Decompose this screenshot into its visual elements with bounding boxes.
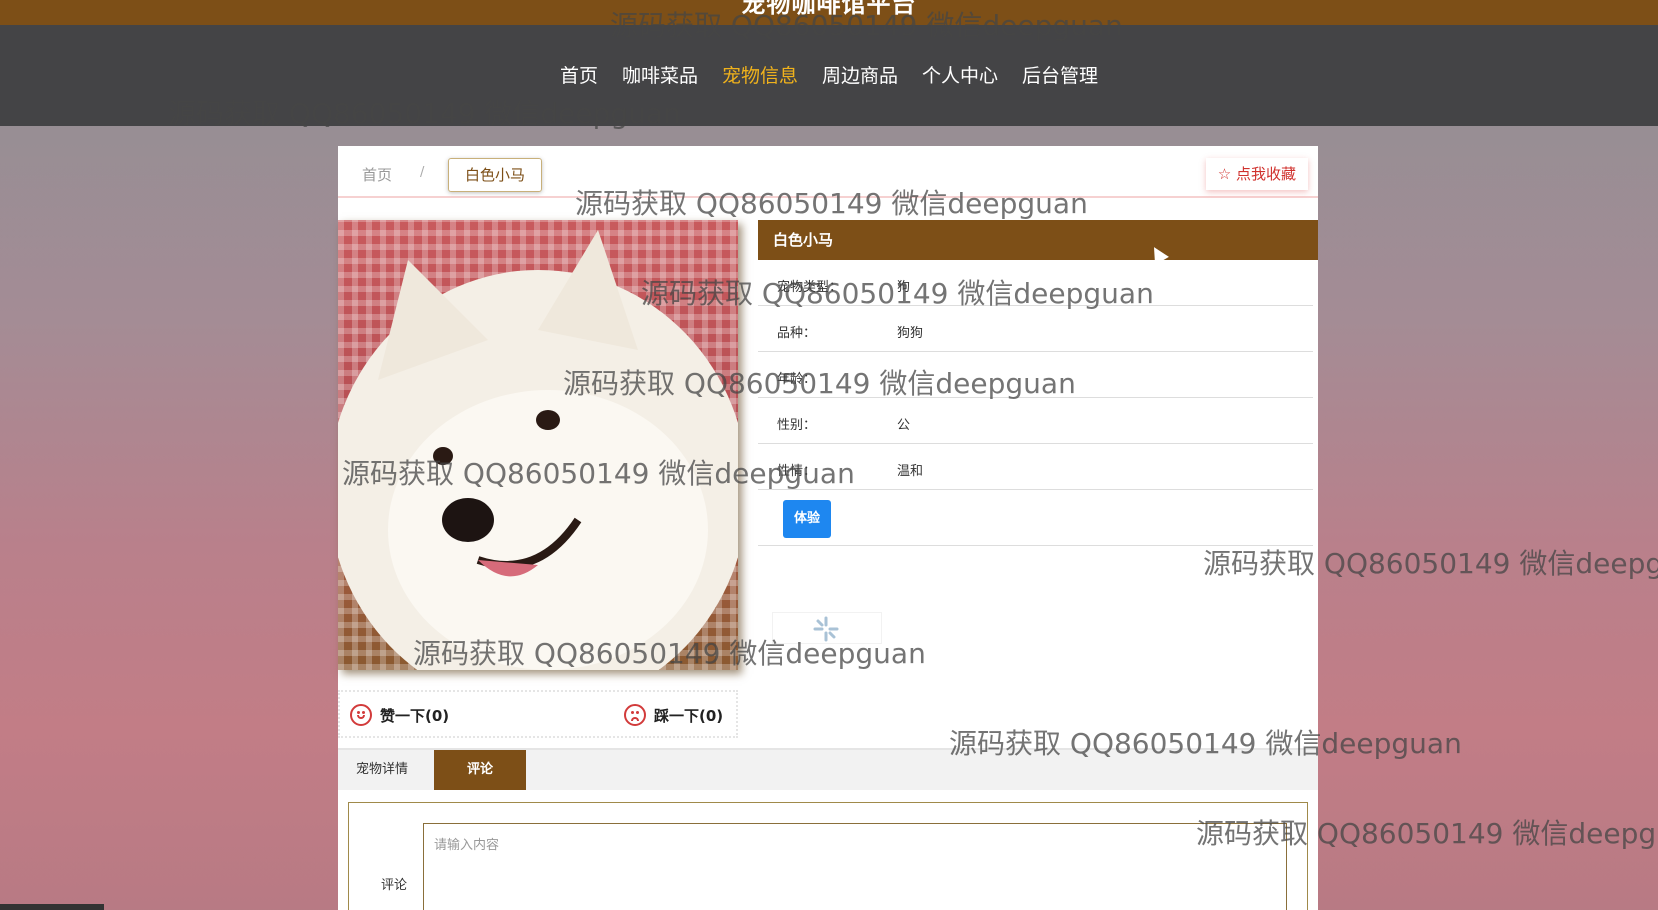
nav-item-pet-info[interactable]: 宠物信息	[712, 57, 808, 92]
breadcrumb-separator: /	[420, 165, 425, 180]
pet-info-panel: 白色小马 宠物类型： 狗 品种： 狗狗 年龄： 性别： 公 性情： 温和 体验	[758, 220, 1318, 546]
nav-item-merchandise[interactable]: 周边商品	[812, 57, 908, 92]
spinner-icon	[813, 616, 839, 642]
info-value: 狗狗	[897, 326, 924, 341]
nav-item-home[interactable]: 首页	[550, 57, 608, 92]
info-row-type: 宠物类型： 狗	[758, 260, 1313, 306]
info-label: 品种：	[777, 326, 817, 341]
main-nav: 首页 咖啡菜品 宠物信息 周边商品 个人中心 后台管理	[0, 25, 1658, 126]
info-row-age: 年龄：	[758, 352, 1313, 398]
frown-icon	[624, 704, 646, 726]
breadcrumb-home[interactable]: 首页	[362, 164, 392, 185]
info-label: 年龄：	[777, 372, 817, 387]
like-label: 赞一下(0)	[380, 706, 450, 725]
comment-input[interactable]	[423, 823, 1287, 910]
like-button[interactable]: 赞一下(0)	[350, 704, 449, 726]
nav-item-coffee-menu[interactable]: 咖啡菜品	[612, 57, 708, 92]
breadcrumb-current[interactable]: 白色小马	[448, 158, 542, 192]
info-value: 温和	[897, 464, 924, 479]
breadcrumb: 首页 / 白色小马 ☆ 点我收藏	[338, 146, 1318, 198]
info-label: 性情：	[777, 464, 817, 479]
action-row: 体验	[758, 490, 1313, 546]
loading-spinner	[772, 612, 882, 644]
site-header: 宠物咖啡馆平台	[0, 0, 1658, 25]
nav-item-user-center[interactable]: 个人中心	[912, 57, 1008, 92]
pet-detail-card: 首页 / 白色小马 ☆ 点我收藏 赞一下(0) 踩一下(0) 白色小马 宠物类型…	[338, 146, 1318, 910]
info-row-gender: 性别： 公	[758, 398, 1313, 444]
dislike-button[interactable]: 踩一下(0)	[624, 704, 723, 726]
favorite-button[interactable]: ☆ 点我收藏	[1205, 158, 1308, 190]
info-value: 狗	[897, 280, 911, 295]
info-row-temperament: 性情： 温和	[758, 444, 1313, 490]
info-value: 公	[897, 418, 911, 433]
comment-form: 评论	[348, 802, 1308, 910]
pet-name-header: 白色小马	[758, 220, 1318, 260]
tab-pet-details[interactable]: 宠物详情	[338, 750, 426, 790]
pet-photo	[338, 220, 738, 670]
experience-button[interactable]: 体验	[783, 500, 831, 538]
site-title: 宠物咖啡馆平台	[741, 0, 917, 18]
smile-icon	[350, 704, 372, 726]
info-label: 性别：	[777, 418, 817, 433]
tab-comments[interactable]: 评论	[434, 750, 526, 790]
vote-row: 赞一下(0) 踩一下(0)	[338, 690, 738, 738]
nav-list: 首页 咖啡菜品 宠物信息 周边商品 个人中心 后台管理	[0, 57, 1658, 92]
dislike-label: 踩一下(0)	[654, 706, 724, 725]
info-label: 宠物类型：	[777, 280, 843, 295]
nav-item-admin[interactable]: 后台管理	[1012, 57, 1108, 92]
detail-tabs: 宠物详情 评论	[338, 748, 1318, 790]
info-row-breed: 品种： 狗狗	[758, 306, 1313, 352]
dog-image	[338, 230, 738, 670]
bottom-strip	[0, 904, 104, 910]
comment-label: 评论	[381, 878, 408, 893]
